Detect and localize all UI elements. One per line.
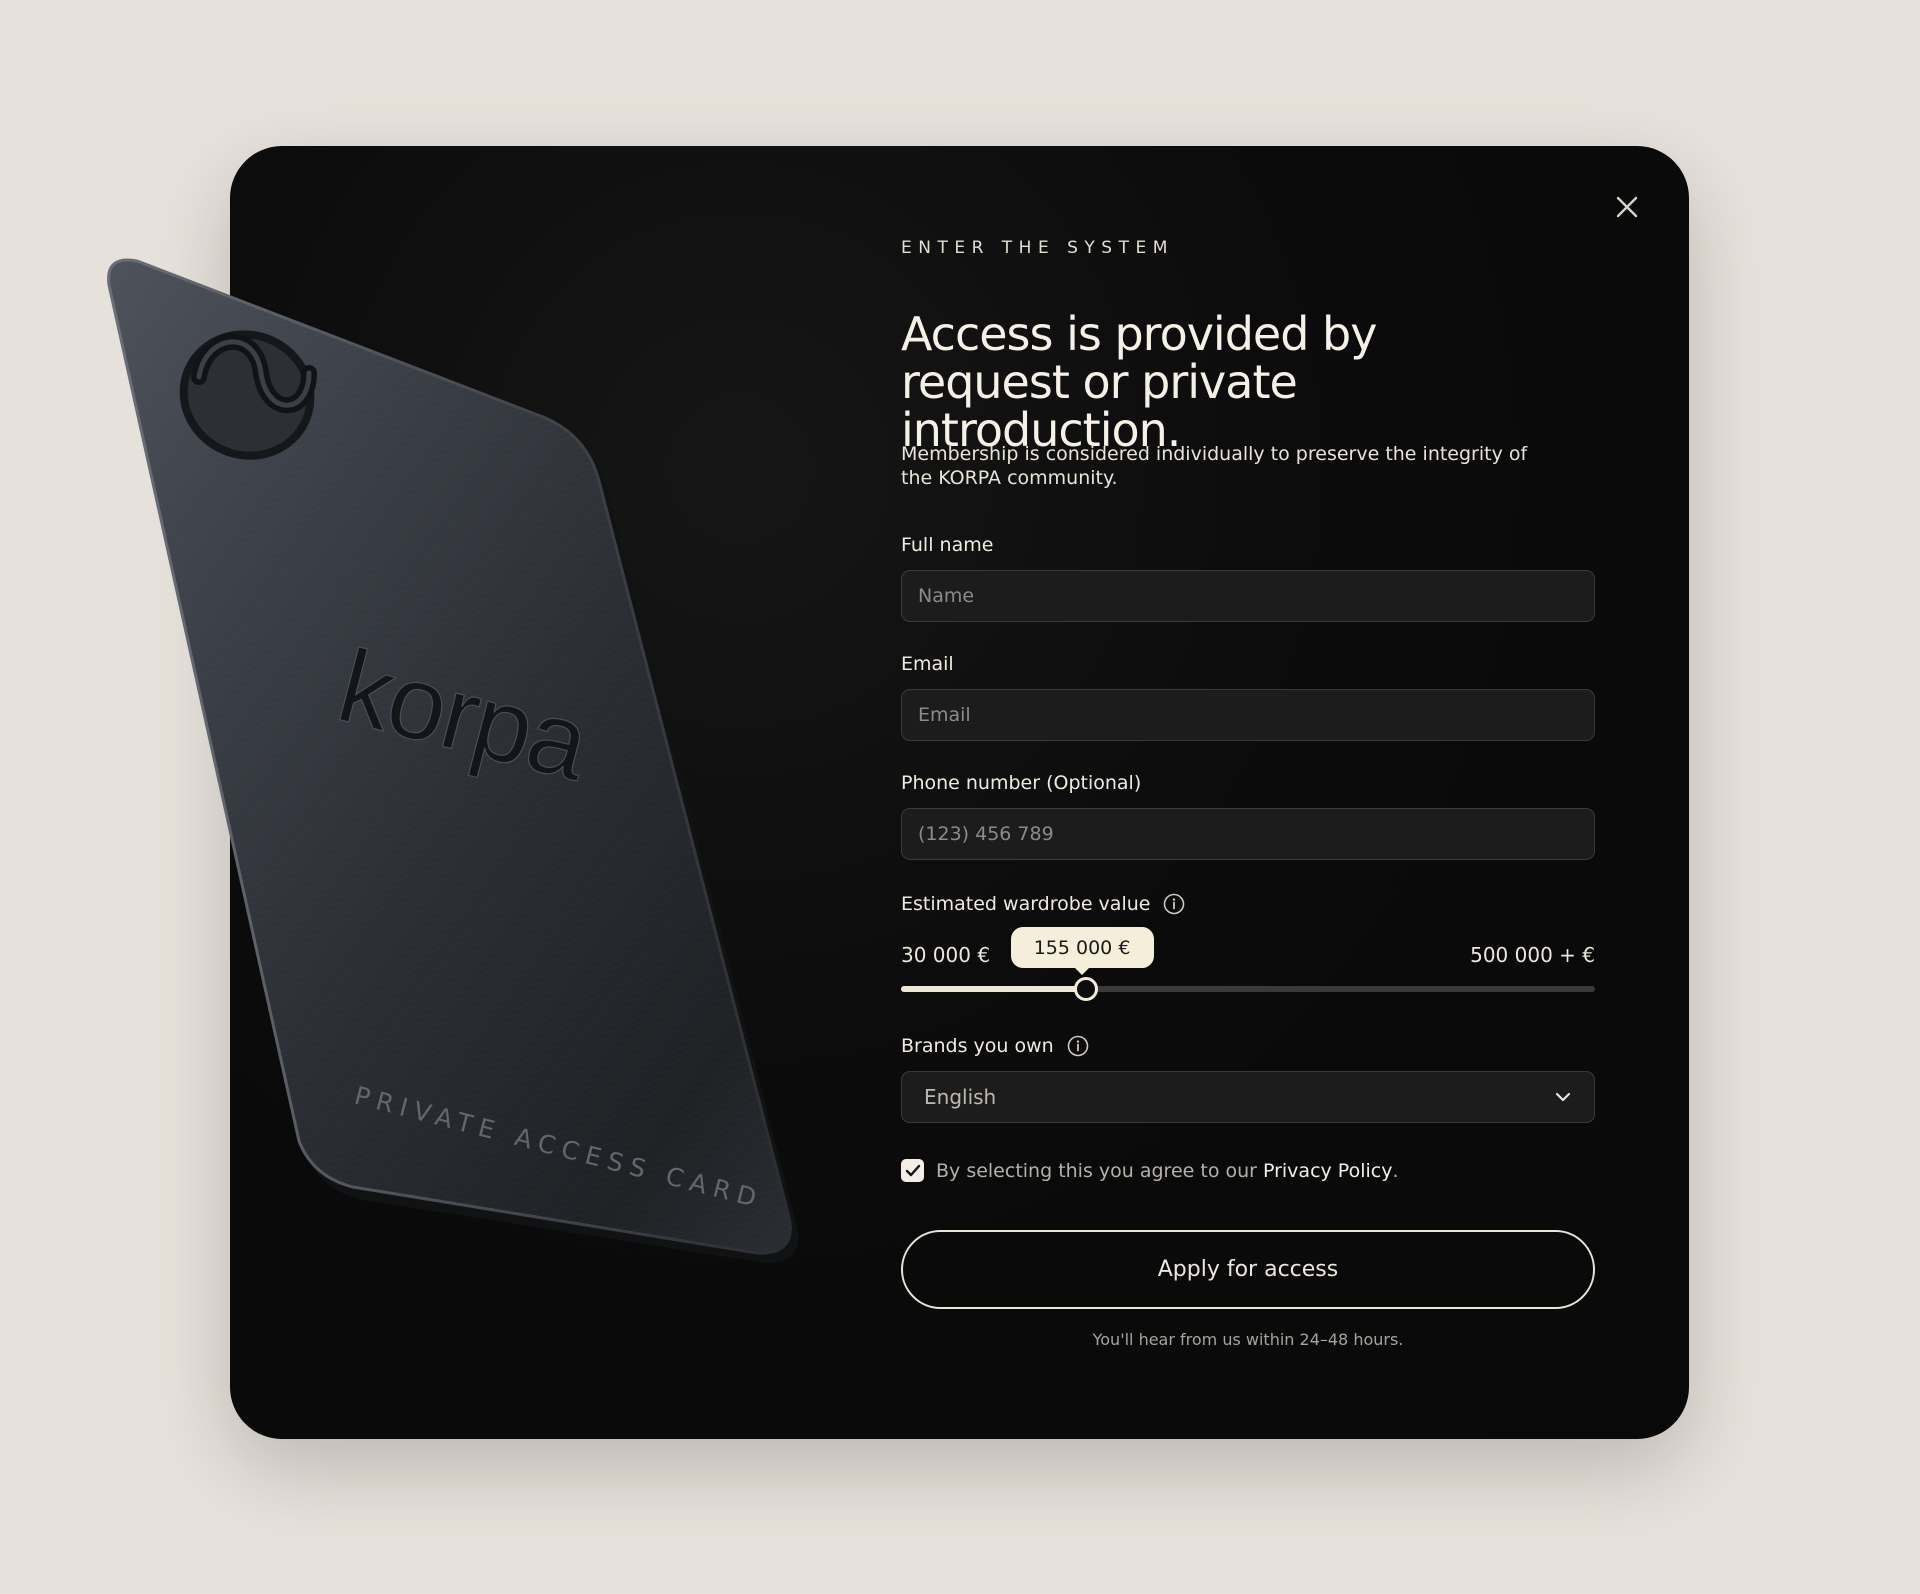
wardrobe-slider-thumb[interactable] [1073,977,1098,1001]
brands-selected-value: English [924,1085,997,1109]
apply-for-access-button[interactable]: Apply for access [901,1230,1595,1309]
wardrobe-min-label: 30 000 € [901,943,991,967]
page-title: Access is provided by request or private… [901,307,1377,457]
privacy-policy-link[interactable]: Privacy Policy [1263,1160,1392,1182]
brands-select[interactable]: English [901,1071,1595,1123]
phone-label: Phone number (Optional) [901,772,1142,794]
consent-period: . [1392,1159,1399,1182]
wardrobe-slider-track[interactable] [901,977,1595,1001]
wardrobe-max-label: 500 000 + € [1470,943,1595,967]
close-icon [1616,196,1638,218]
email-label: Email [901,653,954,675]
info-icon[interactable] [1067,1035,1089,1057]
email-input[interactable] [901,689,1595,741]
response-time-note: You'll hear from us within 24–48 hours. [1092,1330,1404,1349]
intro-text: Membership is considered individually to… [901,443,1528,489]
phone-input[interactable] [901,808,1595,860]
eyebrow-label: ENTER THE SYSTEM [901,238,1174,258]
full-name-input[interactable] [901,570,1595,622]
wardrobe-label: Estimated wardrobe value [901,893,1185,915]
full-name-label: Full name [901,534,994,556]
close-button[interactable] [1614,194,1640,220]
info-icon[interactable] [1163,893,1185,915]
consent-checkbox[interactable] [901,1159,924,1182]
chevron-down-icon [1555,1092,1571,1102]
consent-text: By selecting this you agree to our [936,1159,1257,1182]
consent-row: By selecting this you agree to our Priva… [901,1159,1399,1182]
brands-label: Brands you own [901,1035,1089,1057]
wardrobe-slider-fill [901,986,1086,992]
checkmark-icon [905,1164,920,1177]
wardrobe-value-tooltip: 155 000 € [1010,927,1154,975]
